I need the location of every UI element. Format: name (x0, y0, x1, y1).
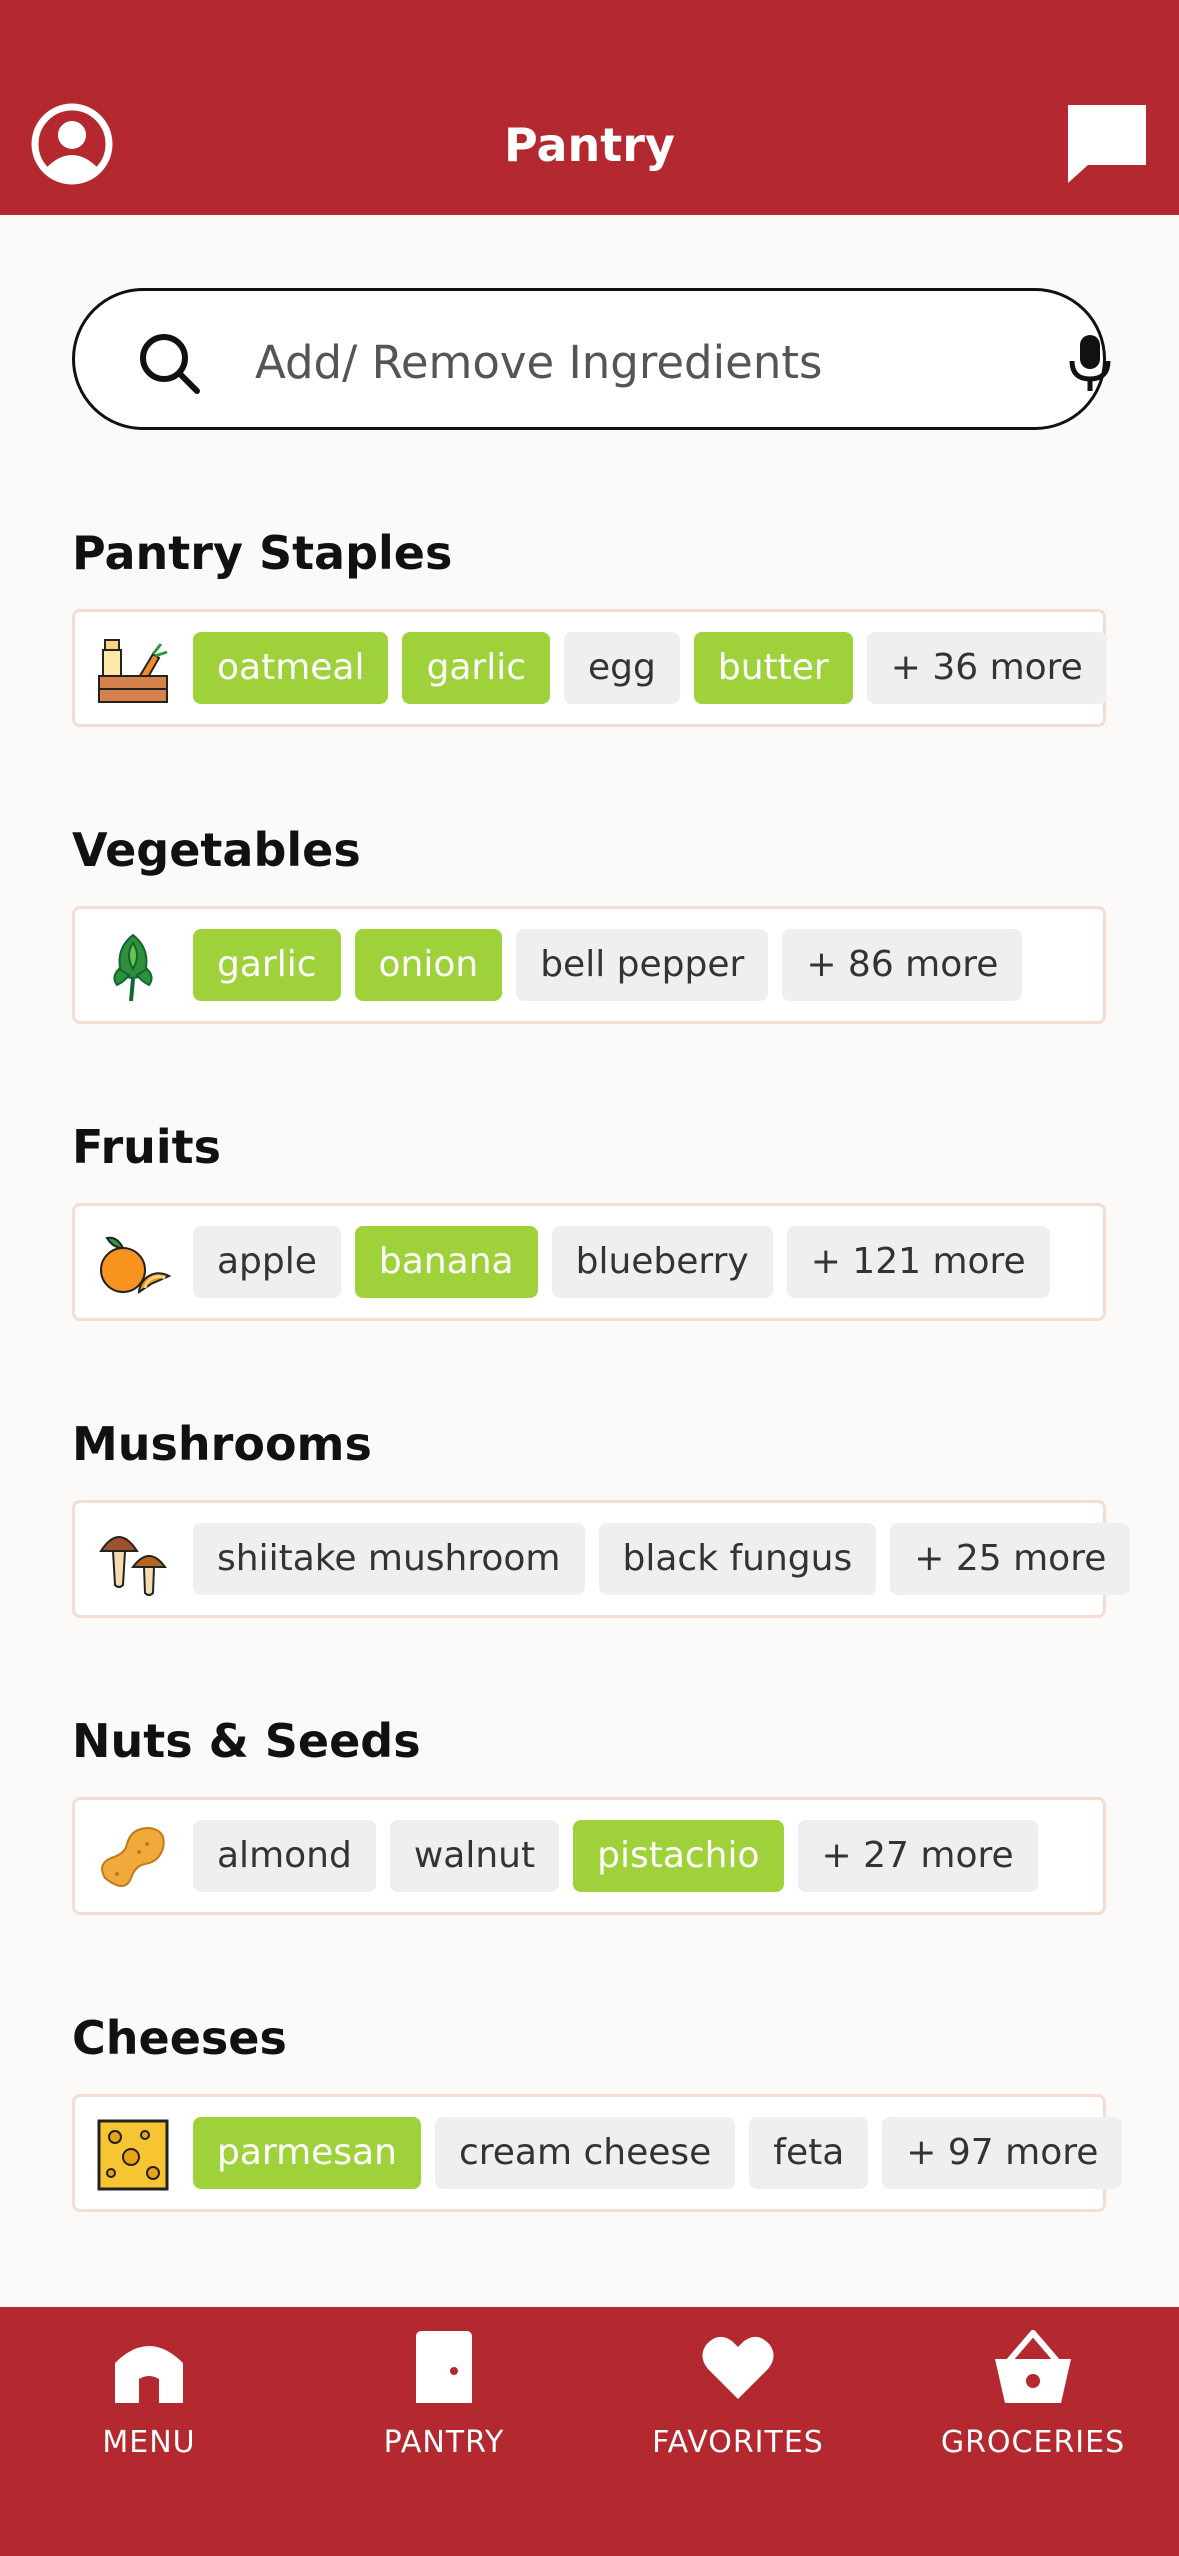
tab-groceries[interactable]: GROCERIES (886, 2307, 1179, 2556)
search-bar (72, 288, 1111, 430)
ingredient-chip[interactable]: cream cheese (434, 2117, 736, 2189)
chip-row: oatmeal garlic egg butter + 36 more (193, 632, 1107, 704)
tab-favorites[interactable]: FAVORITES (591, 2307, 885, 2556)
cheese-icon (97, 2119, 169, 2191)
section-title-mushrooms: Mushrooms (72, 1417, 372, 1471)
section-title-pantry-staples: Pantry Staples (72, 526, 453, 580)
more-chip[interactable]: + 36 more (866, 632, 1107, 704)
ingredient-chip[interactable]: walnut (389, 1820, 560, 1892)
ingredient-chip[interactable]: feta (749, 2117, 869, 2189)
ingredient-chip[interactable]: oatmeal (193, 632, 389, 704)
ingredient-chip[interactable]: apple (193, 1226, 341, 1298)
category-card-cheeses[interactable]: parmesan cream cheese feta + 97 more (72, 2094, 1123, 2212)
peanut-icon (101, 1826, 165, 1887)
category-card-mushrooms[interactable]: shiitake mushroom black fungus + 25 more (72, 1500, 1131, 1618)
more-chip[interactable]: + 97 more (882, 2117, 1123, 2189)
artichoke-icon (113, 933, 153, 1002)
category-card-vegetables[interactable]: garlic onion bell pepper + 86 more (72, 906, 1106, 1024)
ingredient-chip[interactable]: almond (193, 1820, 376, 1892)
ingredient-chip[interactable]: black fungus (598, 1523, 877, 1595)
tab-menu[interactable]: MENU (2, 2307, 296, 2556)
section-title-cheeses: Cheeses (72, 2011, 287, 2065)
ingredient-chip[interactable]: bell pepper (516, 929, 769, 1001)
search-input[interactable] (253, 321, 1037, 403)
heart-icon (702, 2336, 774, 2399)
more-chip[interactable]: + 86 more (782, 929, 1023, 1001)
ingredient-chip[interactable]: shiitake mushroom (193, 1523, 585, 1595)
category-card-nuts-seeds[interactable]: almond walnut pistachio + 27 more (72, 1797, 1106, 1915)
more-chip[interactable]: + 27 more (797, 1820, 1038, 1892)
section-title-fruits: Fruits (72, 1120, 222, 1174)
tab-label: GROCERIES (940, 2425, 1126, 2460)
tab-pantry[interactable]: PANTRY (297, 2307, 591, 2556)
category-card-pantry-staples[interactable]: oatmeal garlic egg butter + 36 more (72, 609, 1107, 727)
app-header: Pantry (0, 0, 1179, 215)
ingredient-chip[interactable]: parmesan (193, 2117, 421, 2189)
page-title: Pantry (504, 118, 675, 172)
bottom-tab-bar: MENU PANTRY FAVORITES GROCERIES (0, 2307, 1179, 2556)
basket-icon (995, 2330, 1071, 2403)
chip-row: parmesan cream cheese feta + 97 more (193, 2117, 1123, 2189)
chip-row: garlic onion bell pepper + 86 more (193, 929, 1023, 1001)
ingredient-chip[interactable]: banana (354, 1226, 538, 1298)
ingredient-chip[interactable]: pistachio (573, 1820, 784, 1892)
pantry-crate-icon (98, 639, 168, 703)
section-title-nuts-seeds: Nuts & Seeds (72, 1714, 421, 1768)
ingredient-chip[interactable]: butter (693, 632, 853, 704)
chip-row: apple banana blueberry + 121 more (193, 1226, 1050, 1298)
ingredient-chip[interactable]: egg (564, 632, 680, 704)
search-icon (140, 334, 200, 394)
more-chip[interactable]: + 121 more (786, 1226, 1050, 1298)
ingredient-chip[interactable]: blueberry (551, 1226, 773, 1298)
tab-label: MENU (102, 2425, 196, 2460)
more-chip[interactable]: + 25 more (890, 1523, 1131, 1595)
chip-row: almond walnut pistachio + 27 more (193, 1820, 1038, 1892)
chip-row: shiitake mushroom black fungus + 25 more (193, 1523, 1131, 1595)
door-icon (416, 2331, 472, 2403)
ingredient-chip[interactable]: garlic (193, 929, 341, 1001)
orange-icon (100, 1236, 171, 1294)
mushroom-icon (99, 1536, 167, 1596)
home-icon (115, 2346, 183, 2403)
tab-label: FAVORITES (652, 2425, 824, 2460)
chat-icon[interactable] (1064, 101, 1150, 187)
microphone-icon[interactable] (1065, 333, 1115, 393)
category-card-fruits[interactable]: apple banana blueberry + 121 more (72, 1203, 1106, 1321)
ingredient-chip[interactable]: onion (354, 929, 503, 1001)
tab-label: PANTRY (383, 2425, 505, 2460)
section-title-vegetables: Vegetables (72, 823, 361, 877)
ingredient-chip[interactable]: garlic (402, 632, 550, 704)
